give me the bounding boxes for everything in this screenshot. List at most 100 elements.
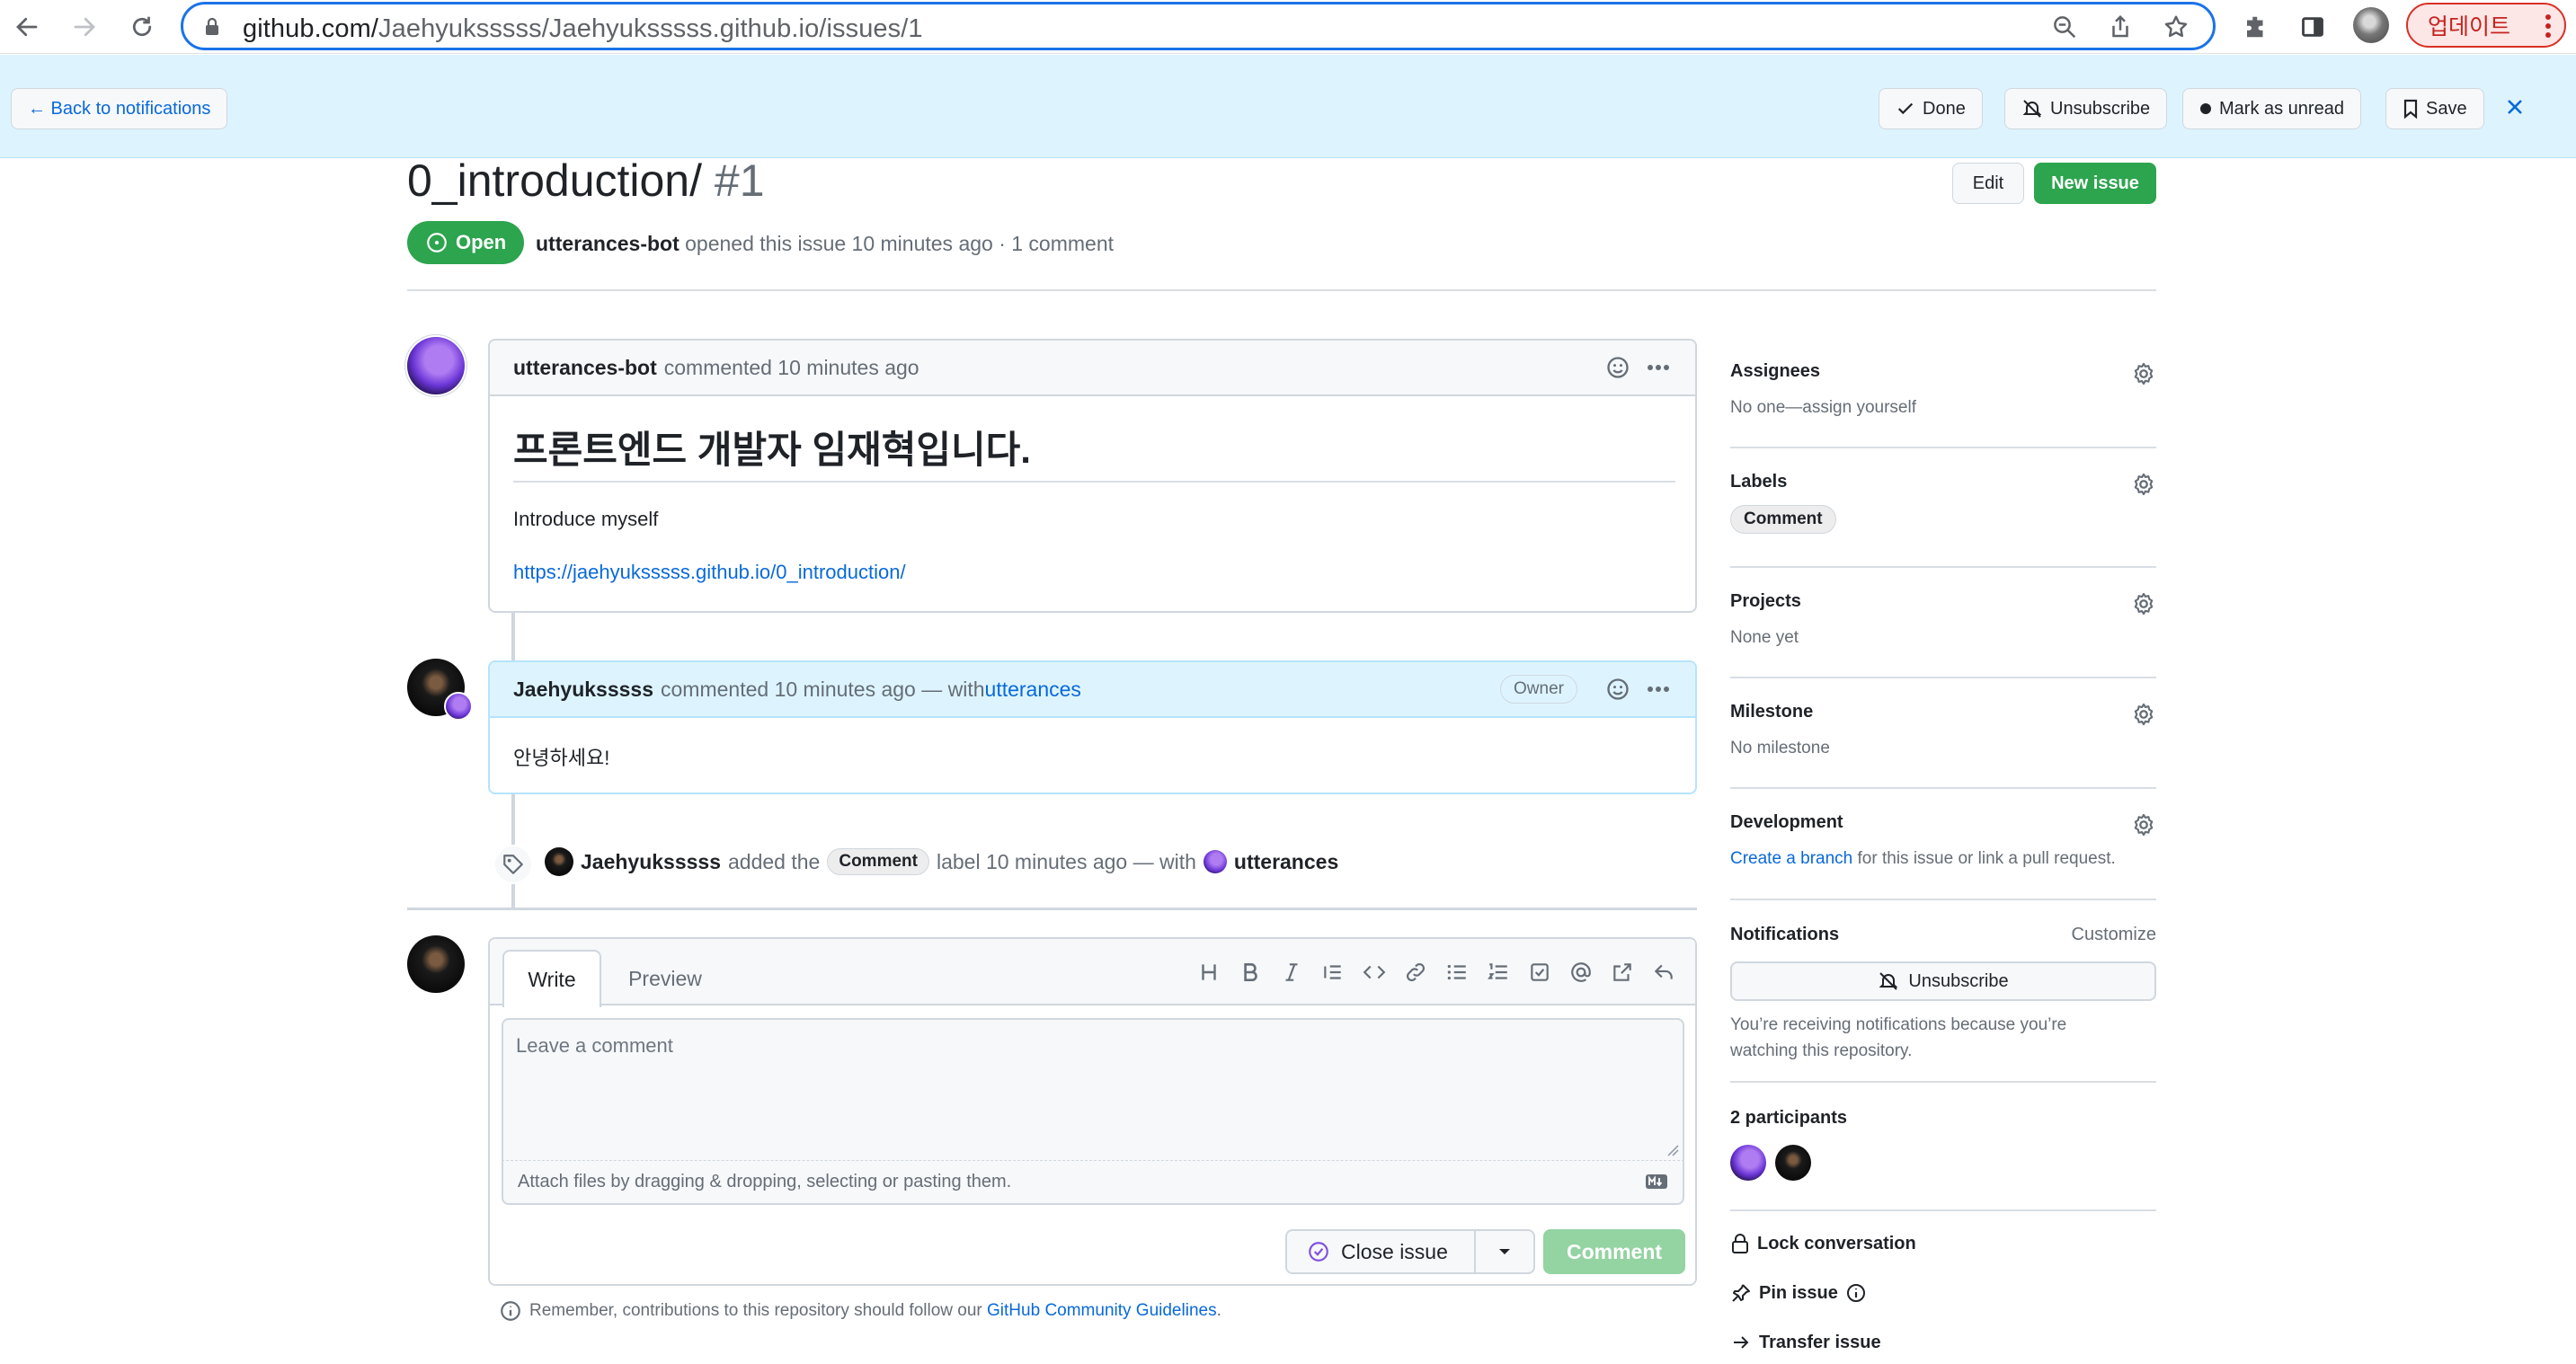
edit-button[interactable]: Edit [1952,163,2024,204]
milestone-title: Milestone [1730,702,1814,722]
customize-link[interactable]: Customize [2072,925,2156,945]
code-icon[interactable] [1363,961,1386,984]
close-issue-button[interactable]: Close issue [1285,1229,1476,1274]
gear-icon[interactable] [2131,702,2156,727]
cross-reference-icon[interactable] [1611,961,1634,984]
utterances-link[interactable]: utterances [985,678,1081,702]
event-actor-link[interactable]: Jaehyuksssss [581,850,721,874]
numbered-list-icon[interactable] [1487,961,1510,984]
development-text: for this issue or link a pull request. [1852,849,2116,868]
comment-submit-button[interactable]: Comment [1543,1229,1685,1274]
close-options-dropdown[interactable] [1476,1229,1535,1274]
kebab-horizontal-icon[interactable] [1647,686,1670,693]
more-vert-icon [2545,13,2552,39]
heading-icon[interactable] [1197,961,1221,984]
quote-icon[interactable] [1321,961,1345,984]
gear-icon[interactable] [2131,591,2156,616]
reload-icon[interactable] [124,9,160,45]
gear-icon[interactable] [2131,361,2156,386]
event-suffix: label 10 minutes ago — with [936,849,1196,873]
participant-avatar[interactable] [1775,1145,1811,1181]
close-icon[interactable] [2504,96,2526,118]
sidebar-divider [1730,899,2156,900]
browser-toolbar: github.com/Jaehyuksssss/Jaehyuksssss.git… [0,0,2576,54]
open-state-badge: Open [407,221,524,264]
arrow-right-icon [1730,1332,1752,1353]
assignees-value[interactable]: No one—assign yourself [1730,398,2156,418]
sidebar-divider [1730,677,2156,678]
tab-write[interactable]: Write [502,950,601,1007]
info-icon[interactable] [1845,1282,1867,1304]
url-text[interactable]: github.com/Jaehyuksssss/Jaehyuksssss.git… [243,14,923,44]
done-label: Done [1923,98,1966,119]
transfer-issue-link[interactable]: Transfer issue [1730,1332,2156,1353]
comment-link[interactable]: https://jaehyuksssss.github.io/0_introdu… [513,561,906,584]
label-pill[interactable]: Comment [1730,505,1836,534]
bell-slash-icon [2021,98,2043,120]
bookmark-star-icon[interactable] [2163,13,2190,40]
guideline-link[interactable]: GitHub Community Guidelines [987,1301,1217,1320]
lock-conversation-link[interactable]: Lock conversation [1730,1233,2156,1254]
dot-icon [2199,102,2212,115]
create-branch-link[interactable]: Create a branch [1730,849,1852,868]
italic-icon[interactable] [1280,961,1303,984]
update-button[interactable]: 업데이트 [2406,3,2566,48]
header-divider [407,289,2156,291]
mark-as-unread-button[interactable]: Mark as unread [2182,88,2361,129]
back-arrow-icon[interactable] [9,9,45,45]
link-icon[interactable] [1404,961,1427,984]
new-issue-button[interactable]: New issue [2034,163,2156,204]
event-via-link[interactable]: utterances [1234,850,1338,874]
comment-2: Jaehyuksssss commented 10 minutes ago — … [488,660,1697,794]
mention-icon[interactable] [1569,961,1593,984]
address-bar[interactable]: github.com/Jaehyuksssss/Jaehyuksssss.git… [181,2,2216,50]
extensions-icon[interactable] [2238,9,2274,45]
smiley-icon[interactable] [1605,355,1630,380]
profile-avatar[interactable] [2353,7,2389,43]
pin-issue-link[interactable]: Pin issue [1730,1282,2156,1304]
sidebar-milestone: Milestone No milestone [1730,702,2156,758]
markdown-toolbar [1197,961,1675,984]
comment-author-link[interactable]: Jaehyuksssss [513,678,653,702]
done-button[interactable]: Done [1879,88,1983,129]
back-to-notifications-button[interactable]: ← Back to notifications [11,88,228,129]
event-label-pill[interactable]: Comment [827,848,929,875]
composer-tabs: Write Preview [490,939,1695,1007]
participant-avatar[interactable] [1730,1145,1766,1181]
bullet-list-icon[interactable] [1445,961,1469,984]
milestone-value: No milestone [1730,739,1830,757]
forward-arrow-icon[interactable] [67,9,102,45]
issue-author-link[interactable]: utterances-bot [536,232,680,255]
utterances-bot-avatar[interactable] [407,337,465,394]
share-icon[interactable] [2107,13,2134,40]
gear-icon[interactable] [2131,472,2156,497]
smiley-icon[interactable] [1605,677,1630,702]
unsubscribe-button[interactable]: Unsubscribe [2004,88,2168,129]
zoom-icon[interactable] [2051,13,2078,40]
resize-handle-icon[interactable] [1666,1144,1679,1156]
tab-preview[interactable]: Preview [616,950,715,1007]
sidebar-assignees: Assignees No one—assign yourself [1730,361,2156,418]
sidebar-labels: Labels Comment [1730,472,2156,534]
current-user-avatar[interactable] [407,935,465,993]
heading-rule [513,481,1675,483]
save-button[interactable]: Save [2385,88,2484,129]
comment-textarea[interactable]: Leave a comment [502,1018,1684,1160]
lock-icon[interactable] [203,16,221,38]
kebab-horizontal-icon[interactable] [1647,364,1670,371]
comment-author-link[interactable]: utterances-bot [513,356,657,380]
development-title: Development [1730,812,1843,832]
markdown-icon[interactable] [1645,1174,1668,1190]
task-list-icon[interactable] [1528,961,1551,984]
attach-files-bar[interactable]: Attach files by dragging & dropping, sel… [502,1160,1684,1205]
bold-icon[interactable] [1239,961,1262,984]
sidebar-unsubscribe-button[interactable]: Unsubscribe [1730,961,2156,1001]
update-label: 업데이트 [2428,14,2511,40]
issue-number: #1 [714,155,765,206]
reply-icon[interactable] [1652,961,1675,984]
event-actor-avatar[interactable] [545,847,573,876]
gear-icon[interactable] [2131,812,2156,837]
lock-label: Lock conversation [1757,1233,1916,1253]
sidebar-divider [1730,447,2156,448]
side-panel-icon[interactable] [2295,9,2331,45]
